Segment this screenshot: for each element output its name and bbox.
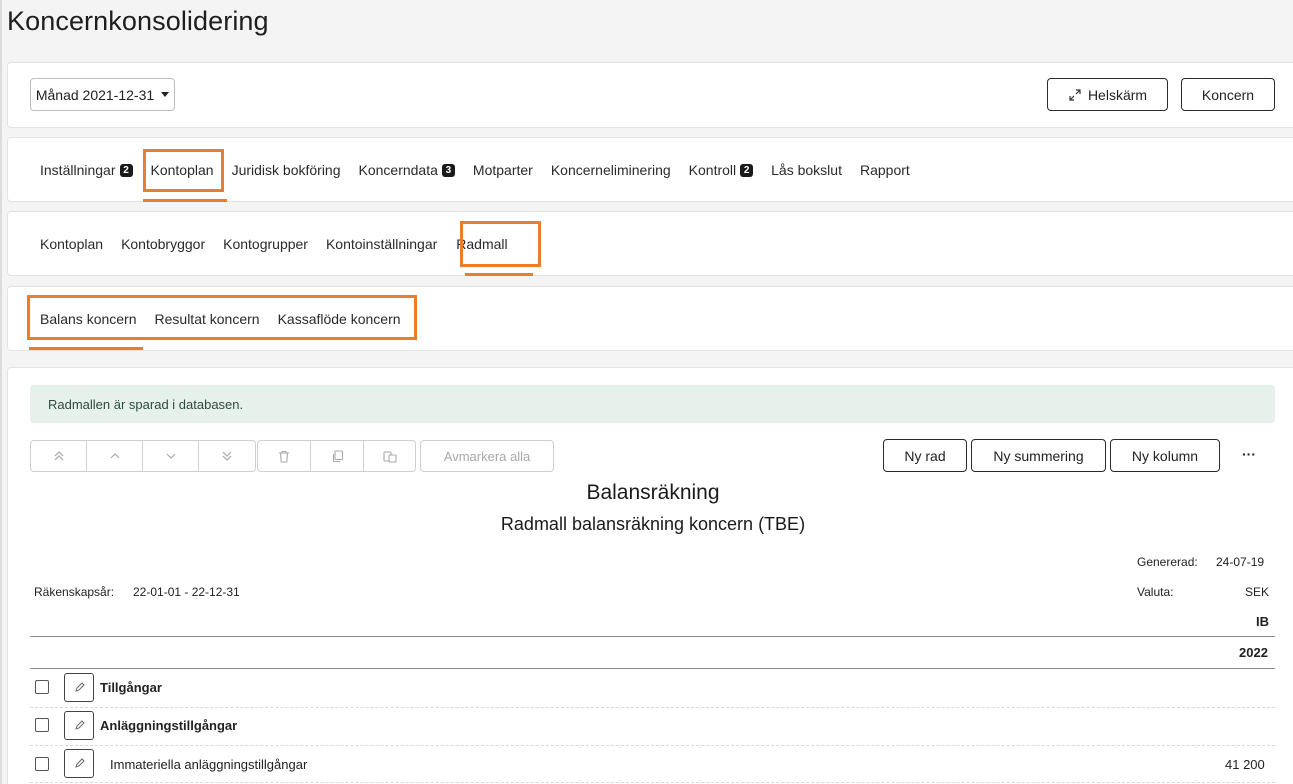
header-divider bbox=[30, 668, 1275, 669]
tab-motparter[interactable]: Motparter bbox=[473, 162, 533, 178]
group-label: Koncern bbox=[1201, 86, 1255, 103]
tab-las-bokslut[interactable]: Lås bokslut bbox=[771, 162, 842, 178]
active-tab-indicator bbox=[143, 199, 227, 202]
count-badge: 2 bbox=[740, 163, 754, 177]
tab-label: Kontoinställningar bbox=[325, 236, 438, 252]
pencil-icon bbox=[74, 720, 85, 730]
active-tab-indicator bbox=[465, 273, 533, 276]
tab-label: Kontoplan bbox=[40, 236, 104, 252]
highlight-frame bbox=[143, 149, 224, 192]
tab-installningar[interactable]: Inställningar 2 bbox=[40, 162, 133, 178]
pencil-icon bbox=[74, 758, 85, 768]
sub-tabs-panel: Kontoplan Kontobryggor Kontogrupper Kont… bbox=[7, 211, 1293, 276]
tab-kontroll[interactable]: Kontroll 2 bbox=[688, 162, 754, 178]
tab-label: Lås bokslut bbox=[771, 162, 842, 178]
left-border bbox=[0, 0, 2, 784]
fullscreen-button[interactable]: Helskärm bbox=[1047, 78, 1168, 111]
tab-juridisk-bokforing[interactable]: Juridisk bokföring bbox=[232, 162, 341, 178]
edit-row-button[interactable] bbox=[64, 749, 94, 778]
tab-label: Kontobryggor bbox=[121, 236, 206, 252]
new-sum-button[interactable]: Ny summering bbox=[971, 439, 1106, 472]
row-checkbox[interactable] bbox=[35, 718, 49, 732]
count-badge: 3 bbox=[441, 163, 455, 177]
period-select-value: Månad 2021-12-31 bbox=[35, 86, 155, 103]
tab-label: Kontroll bbox=[688, 162, 737, 178]
paste-button[interactable] bbox=[364, 441, 415, 471]
header-divider bbox=[30, 636, 1275, 637]
period-select[interactable]: Månad 2021-12-31 bbox=[30, 78, 175, 111]
expand-icon bbox=[1069, 88, 1081, 101]
fiscal-year-value: 22-01-01 - 22-12-31 bbox=[133, 585, 240, 599]
row-label: Immateriella anläggningstillgångar bbox=[110, 757, 308, 772]
double-chevron-down-icon bbox=[222, 451, 232, 461]
tab-label: Rapport bbox=[859, 162, 910, 178]
subtab-kontobryggor[interactable]: Kontobryggor bbox=[121, 236, 205, 252]
sub-tab-bar: Kontoplan Kontobryggor Kontogrupper Kont… bbox=[40, 212, 526, 276]
row-checkbox[interactable] bbox=[35, 680, 49, 694]
subtab-kontoplan[interactable]: Kontoplan bbox=[40, 236, 103, 252]
move-to-top-button[interactable] bbox=[31, 441, 87, 471]
fullscreen-label: Helskärm bbox=[1087, 86, 1148, 103]
page-title: Koncernkonsolidering bbox=[7, 6, 269, 36]
move-down-button[interactable] bbox=[143, 441, 199, 471]
report-panel: Radmallen är sparad i databasen. Avmarke… bbox=[7, 367, 1293, 784]
delete-button[interactable] bbox=[258, 441, 311, 471]
tab-koncerneliminering[interactable]: Koncerneliminering bbox=[551, 162, 671, 178]
highlight-frame bbox=[460, 221, 541, 267]
row-label: Tillgångar bbox=[100, 680, 162, 695]
double-chevron-up-icon bbox=[54, 451, 63, 461]
generated-label: Genererad: bbox=[1137, 555, 1198, 569]
copy-icon bbox=[332, 449, 343, 462]
move-to-bottom-button[interactable] bbox=[199, 441, 255, 471]
edit-row-button[interactable] bbox=[64, 673, 94, 702]
move-toolbar bbox=[30, 440, 256, 472]
chevron-down-icon bbox=[166, 453, 175, 459]
fiscal-year-label: Räkenskapsår: bbox=[34, 585, 115, 599]
report-title: Balansräkning bbox=[586, 481, 720, 504]
subtab-kontoinstallningar[interactable]: Kontoinställningar bbox=[326, 236, 437, 252]
tab-label: Kontogrupper bbox=[223, 236, 308, 252]
copy-button[interactable] bbox=[311, 441, 364, 471]
chevron-up-icon bbox=[110, 453, 119, 459]
currency-label: Valuta: bbox=[1137, 585, 1174, 599]
active-tab-indicator bbox=[29, 347, 143, 350]
tab-label: Inställningar bbox=[40, 162, 116, 178]
trash-icon bbox=[279, 450, 289, 463]
row-value: 41 200 bbox=[1225, 757, 1265, 772]
new-column-button[interactable]: Ny kolumn bbox=[1110, 439, 1220, 472]
pencil-icon bbox=[74, 682, 85, 692]
highlight-frame bbox=[27, 295, 417, 340]
action-toolbar bbox=[257, 440, 416, 472]
subtab-kontogrupper[interactable]: Kontogrupper bbox=[223, 236, 308, 252]
tab-label: Koncerneliminering bbox=[550, 162, 671, 178]
edit-row-button[interactable] bbox=[64, 711, 94, 740]
tab-koncerndata[interactable]: Koncerndata 3 bbox=[359, 162, 455, 178]
row-label: Anläggningstillgångar bbox=[100, 718, 238, 733]
tab-label: Juridisk bokföring bbox=[231, 162, 341, 178]
tab-rapport[interactable]: Rapport bbox=[860, 162, 910, 178]
report-subtitle: Radmall balansräkning koncern (TBE) bbox=[500, 514, 806, 534]
column-header-type: IB bbox=[1256, 614, 1269, 629]
row-divider bbox=[30, 782, 1275, 783]
chevron-down-icon bbox=[161, 92, 170, 97]
group-button[interactable]: Koncern bbox=[1181, 78, 1275, 111]
deselect-all-button[interactable]: Avmarkera alla bbox=[420, 440, 554, 472]
row-divider bbox=[30, 745, 1275, 746]
new-row-button[interactable]: Ny rad bbox=[883, 439, 967, 472]
tab-label: Motparter bbox=[472, 162, 533, 178]
column-header-year: 2022 bbox=[1239, 645, 1268, 660]
currency-value: SEK bbox=[1245, 585, 1270, 599]
row-checkbox[interactable] bbox=[35, 757, 49, 771]
paste-icon bbox=[382, 450, 397, 463]
success-message: Radmallen är sparad i databasen. bbox=[30, 385, 1275, 423]
move-up-button[interactable] bbox=[87, 441, 143, 471]
count-badge: 2 bbox=[119, 163, 133, 177]
tab-label: Koncerndata bbox=[358, 162, 438, 178]
generated-value: 24-07-19 bbox=[1216, 555, 1265, 569]
header-panel: Månad 2021-12-31 Helskärm Koncern bbox=[7, 62, 1293, 128]
row-divider bbox=[30, 707, 1275, 708]
more-options-icon[interactable]: ··· bbox=[1242, 446, 1256, 462]
